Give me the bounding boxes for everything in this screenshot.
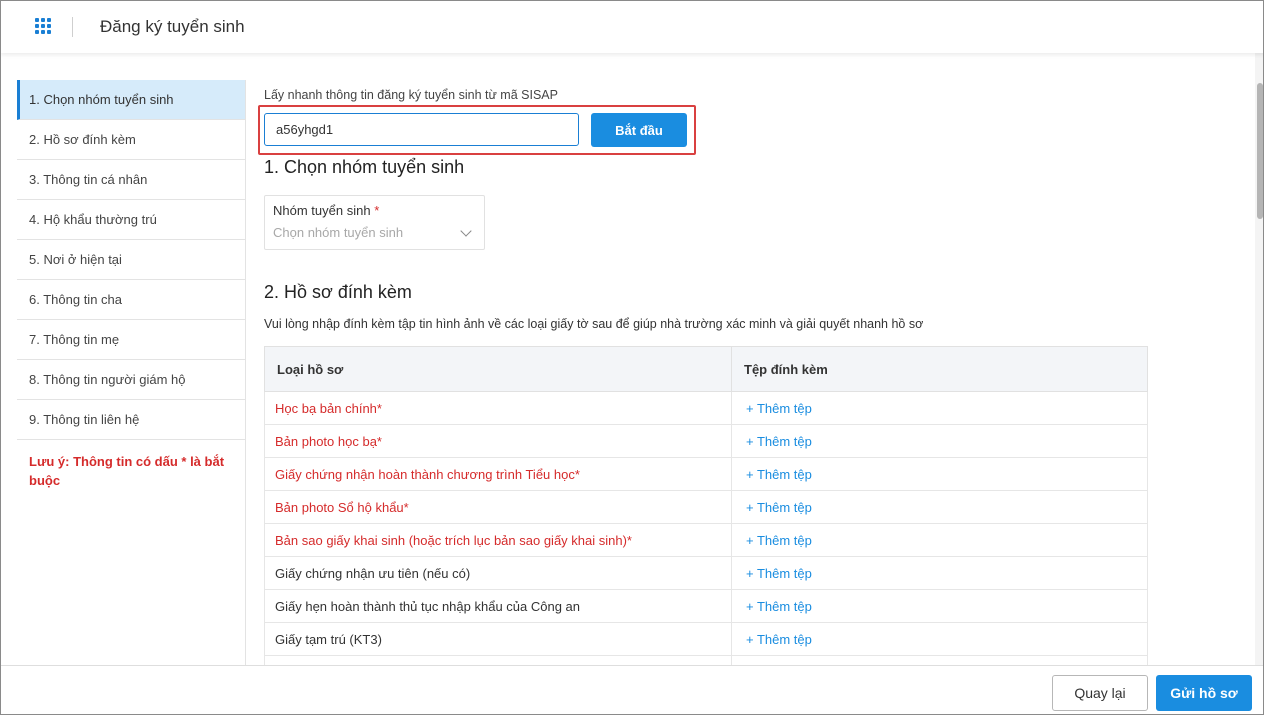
sidebar-item[interactable]: 2. Hồ sơ đính kèm bbox=[17, 120, 245, 160]
add-file-link[interactable]: + Thêm tệp bbox=[731, 391, 1148, 425]
sidebar-item[interactable]: 7. Thông tin mẹ bbox=[17, 320, 245, 360]
doc-type-cell: Bản sao giấy khai sinh (hoặc trích lục b… bbox=[264, 523, 732, 557]
app-window: Đăng ký tuyển sinh 1. Chọn nhóm tuyển si… bbox=[0, 0, 1264, 715]
sisap-label: Lấy nhanh thông tin đăng ký tuyển sinh t… bbox=[264, 88, 558, 102]
doc-type-cell: Giấy chứng nhận hoàn thành chương trình … bbox=[264, 457, 732, 491]
sidebar-list: 1. Chọn nhóm tuyển sinh 2. Hồ sơ đính kèm… bbox=[17, 80, 245, 440]
table-row: Giấy hẹn hoàn thành thủ tục nhập khẩu củ… bbox=[264, 589, 1148, 623]
back-button[interactable]: Quay lại bbox=[1052, 675, 1148, 711]
sidebar-item[interactable]: 8. Thông tin người giám hộ bbox=[17, 360, 245, 400]
app-header: Đăng ký tuyển sinh bbox=[1, 1, 1263, 53]
add-file-link[interactable]: + Thêm tệp bbox=[731, 457, 1148, 491]
main-form: Lấy nhanh thông tin đăng ký tuyển sinh t… bbox=[258, 53, 1244, 689]
table-row: Giấy chứng nhận ưu tiên (nếu có) + Thêm t… bbox=[264, 556, 1148, 590]
table-header-row: Loại hồ sơ Tệp đính kèm bbox=[264, 346, 1148, 392]
doc-type-cell: Giấy tạm trú (KT3) bbox=[264, 622, 732, 656]
table-row: Giấy chứng nhận hoàn thành chương trình … bbox=[264, 457, 1148, 491]
group-label-text: Nhóm tuyển sinh bbox=[273, 203, 371, 218]
scrollbar-thumb[interactable] bbox=[1257, 83, 1263, 219]
table-body: Học bạ bản chính* + Thêm tệp Bản photo học… bbox=[264, 391, 1148, 689]
doc-type-cell: Bản photo Sổ hộ khẩu* bbox=[264, 490, 732, 524]
step-sidebar: 1. Chọn nhóm tuyển sinh 2. Hồ sơ đính kèm… bbox=[17, 80, 246, 670]
sisap-code-input[interactable] bbox=[264, 113, 579, 146]
table-row: Bản sao giấy khai sinh (hoặc trích lục b… bbox=[264, 523, 1148, 557]
attachments-description: Vui lòng nhập đính kèm tập tin hình ảnh … bbox=[264, 317, 924, 331]
table-row: Bản photo học bạ* + Thêm tệp bbox=[264, 424, 1148, 458]
footer-bar: Quay lại Gửi hồ sơ bbox=[1, 665, 1263, 714]
add-file-link[interactable]: + Thêm tệp bbox=[731, 490, 1148, 524]
add-file-link[interactable]: + Thêm tệp bbox=[731, 589, 1148, 623]
sidebar-item[interactable]: 5. Nơi ở hiện tại bbox=[17, 240, 245, 280]
table-row: Bản photo Sổ hộ khẩu* + Thêm tệp bbox=[264, 490, 1148, 524]
sidebar-item[interactable]: 1. Chọn nhóm tuyển sinh bbox=[17, 80, 245, 120]
header-divider bbox=[72, 17, 73, 37]
submit-button[interactable]: Gửi hồ sơ bbox=[1156, 675, 1252, 711]
add-file-link[interactable]: + Thêm tệp bbox=[731, 424, 1148, 458]
start-button[interactable]: Bắt đầu bbox=[591, 113, 687, 147]
sidebar-item[interactable]: 3. Thông tin cá nhân bbox=[17, 160, 245, 200]
doc-type-cell: Học bạ bản chính* bbox=[264, 391, 732, 425]
group-field-label: Nhóm tuyển sinh * bbox=[273, 203, 476, 218]
doc-type-cell: Giấy hẹn hoàn thành thủ tục nhập khẩu củ… bbox=[264, 589, 732, 623]
required-note: Lưu ý: Thông tin có dấu * là bắt buộc bbox=[29, 454, 225, 488]
add-file-link[interactable]: + Thêm tệp bbox=[731, 556, 1148, 590]
doc-type-cell: Giấy chứng nhận ưu tiên (nếu có) bbox=[264, 556, 732, 590]
group-placeholder: Chọn nhóm tuyển sinh bbox=[273, 225, 404, 240]
doc-type-cell: Bản photo học bạ* bbox=[264, 424, 732, 458]
page-title: Đăng ký tuyển sinh bbox=[100, 17, 245, 36]
table-row: Học bạ bản chính* + Thêm tệp bbox=[264, 391, 1148, 425]
sidebar-item[interactable]: 6. Thông tin cha bbox=[17, 280, 245, 320]
apps-grid-icon[interactable] bbox=[35, 18, 53, 36]
attachments-table: Loại hồ sơ Tệp đính kèm Học bạ bản chính… bbox=[264, 346, 1148, 689]
sidebar-item[interactable]: 4. Hộ khẩu thường trú bbox=[17, 200, 245, 240]
column-header-doc-type: Loại hồ sơ bbox=[264, 346, 732, 392]
column-header-attachment: Tệp đính kèm bbox=[731, 346, 1148, 392]
add-file-link[interactable]: + Thêm tệp bbox=[731, 622, 1148, 656]
table-row: Giấy tạm trú (KT3) + Thêm tệp bbox=[264, 622, 1148, 656]
add-file-link[interactable]: + Thêm tệp bbox=[731, 523, 1148, 557]
required-asterisk: * bbox=[374, 203, 380, 218]
group-select[interactable]: Nhóm tuyển sinh * Chọn nhóm tuyển sinh bbox=[264, 195, 485, 250]
section-title-attachments: 2. Hồ sơ đính kèm bbox=[264, 282, 412, 302]
sidebar-item[interactable]: 9. Thông tin liên hệ bbox=[17, 400, 245, 440]
section-title-group: 1. Chọn nhóm tuyển sinh bbox=[264, 157, 465, 177]
